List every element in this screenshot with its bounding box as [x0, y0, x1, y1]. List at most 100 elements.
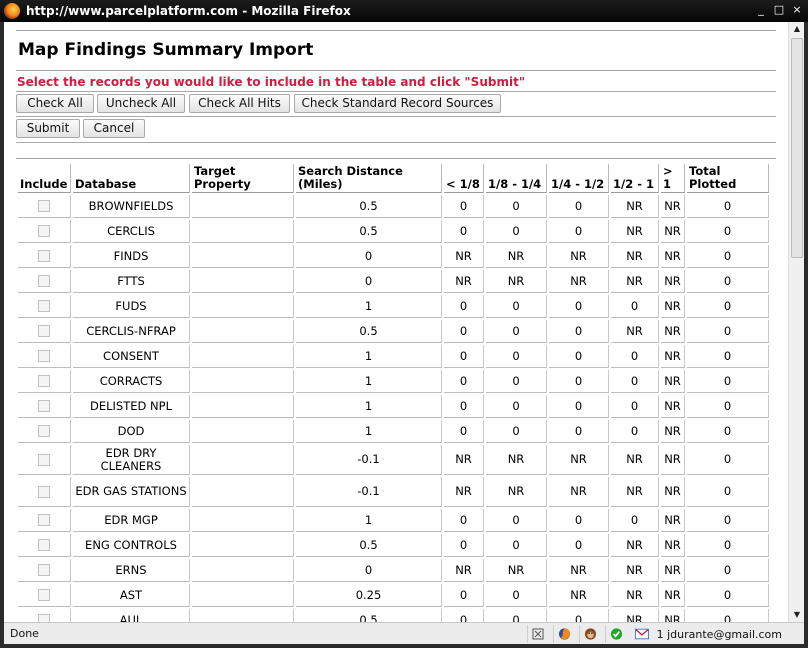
target-property-cell	[192, 370, 294, 393]
include-checkbox[interactable]	[38, 485, 50, 498]
lt-1-8-cell: 0	[444, 370, 484, 393]
gt-1-cell: NR	[661, 345, 685, 368]
total-plotted-cell: 0	[687, 534, 769, 557]
include-checkbox[interactable]	[38, 514, 50, 526]
resize-icon[interactable]	[526, 625, 545, 643]
1-2-1-cell: 0	[611, 395, 659, 418]
submit-button[interactable]: Submit	[16, 119, 80, 138]
1-2-1-cell: NR	[611, 320, 659, 343]
gt-1-cell: NR	[661, 584, 685, 607]
1-4-1-2-cell: 0	[549, 509, 609, 532]
gmail-icon[interactable]	[631, 625, 649, 643]
total-plotted-cell: 0	[687, 245, 769, 268]
table-row: DOD 1 0 0 0 0 NR 0	[18, 420, 769, 443]
arrow-down-icon[interactable]: ▼	[789, 608, 805, 622]
target-property-cell	[192, 195, 294, 218]
page-title: Map Findings Summary Import	[18, 40, 314, 60]
1-8-1-4-cell: 0	[486, 509, 547, 532]
include-checkbox[interactable]	[38, 350, 50, 362]
gt-1-cell: NR	[661, 534, 685, 557]
search-distance-cell: 0.5	[296, 320, 442, 343]
table-row: FTTS 0 NR NR NR NR NR 0	[18, 270, 769, 293]
include-checkbox[interactable]	[38, 614, 50, 622]
gmail-notifier[interactable]: 1 jdurante@gmail.com	[657, 628, 782, 641]
maximize-button[interactable]: □	[772, 3, 786, 17]
include-checkbox[interactable]	[38, 564, 50, 576]
total-plotted-cell: 0	[687, 509, 769, 532]
gt-1-cell: NR	[661, 245, 685, 268]
1-8-1-4-cell: NR	[486, 445, 547, 475]
gmail-count: 1	[656, 627, 664, 641]
database-cell: DELISTED NPL	[73, 395, 190, 418]
findings-table: Include Database Target Property Search …	[16, 162, 771, 622]
search-distance-cell: 1	[296, 395, 442, 418]
lt-1-8-cell: 0	[444, 509, 484, 532]
database-cell: CERCLIS-NFRAP	[73, 320, 190, 343]
include-checkbox[interactable]	[38, 200, 50, 212]
include-checkbox[interactable]	[38, 225, 50, 237]
1-2-1-cell: NR	[611, 195, 659, 218]
target-property-cell	[192, 584, 294, 607]
1-4-1-2-cell: NR	[549, 245, 609, 268]
include-checkbox[interactable]	[38, 375, 50, 387]
arrow-up-icon[interactable]: ▲	[789, 22, 805, 36]
include-checkbox[interactable]	[38, 325, 50, 337]
firefox-icon[interactable]	[552, 625, 571, 643]
target-property-cell	[192, 509, 294, 532]
1-2-1-cell: NR	[611, 245, 659, 268]
include-checkbox[interactable]	[38, 275, 50, 287]
lt-1-8-cell: NR	[444, 245, 484, 268]
include-checkbox[interactable]	[38, 453, 50, 466]
table-row: AUL 0.5 0 0 0 NR NR 0	[18, 609, 769, 622]
scrollbar-thumb[interactable]	[791, 38, 803, 258]
database-cell: ENG CONTROLS	[73, 534, 190, 557]
check-all-button[interactable]: Check All	[16, 94, 94, 113]
1-8-1-4-cell: 0	[486, 395, 547, 418]
table-row: CERCLIS-NFRAP 0.5 0 0 0 NR NR 0	[18, 320, 769, 343]
include-checkbox[interactable]	[38, 425, 50, 437]
database-cell: FINDS	[73, 245, 190, 268]
minimize-button[interactable]: _	[754, 3, 768, 17]
monkey-icon[interactable]	[578, 625, 597, 643]
include-checkbox[interactable]	[38, 250, 50, 262]
database-cell: BROWNFIELDS	[73, 195, 190, 218]
database-cell: AST	[73, 584, 190, 607]
gt-1-cell: NR	[661, 477, 685, 507]
close-button[interactable]: ×	[790, 3, 804, 17]
total-plotted-cell: 0	[687, 477, 769, 507]
table-body: BROWNFIELDS 0.5 0 0 0 NR NR 0 CERCLIS 0.5 0 0 0 NR NR 0…	[18, 195, 769, 622]
include-cell	[18, 395, 71, 418]
gt-1-cell: NR	[661, 295, 685, 318]
table-row: ERNS 0 NR NR NR NR NR 0	[18, 559, 769, 582]
1-4-1-2-cell: 0	[549, 395, 609, 418]
include-checkbox[interactable]	[38, 300, 50, 312]
include-cell	[18, 270, 71, 293]
col-database: Database	[73, 164, 190, 193]
check-icon[interactable]	[604, 625, 623, 643]
search-distance-cell: 1	[296, 420, 442, 443]
table-row: DELISTED NPL 1 0 0 0 0 NR 0	[18, 395, 769, 418]
include-checkbox[interactable]	[38, 589, 50, 601]
check-all-hits-button[interactable]: Check All Hits	[189, 94, 290, 113]
cancel-button[interactable]: Cancel	[83, 119, 145, 138]
lt-1-8-cell: 0	[444, 320, 484, 343]
browser-viewport: Map Findings Summary Import Select the r…	[4, 22, 804, 622]
status-bar: Done 1 jdurante@gmail.com	[4, 622, 804, 644]
1-4-1-2-cell: NR	[549, 477, 609, 507]
1-4-1-2-cell: NR	[549, 270, 609, 293]
search-distance-cell: -0.1	[296, 477, 442, 507]
gt-1-cell: NR	[661, 270, 685, 293]
uncheck-all-button[interactable]: Uncheck All	[97, 94, 185, 113]
search-distance-cell: 0	[296, 245, 442, 268]
search-distance-cell: 0	[296, 270, 442, 293]
include-checkbox[interactable]	[38, 539, 50, 551]
include-checkbox[interactable]	[38, 400, 50, 412]
1-4-1-2-cell: 0	[549, 295, 609, 318]
check-standard-sources-button[interactable]: Check Standard Record Sources	[294, 94, 501, 113]
gt-1-cell: NR	[661, 559, 685, 582]
lt-1-8-cell: NR	[444, 477, 484, 507]
col-include: Include	[18, 164, 71, 193]
vertical-scrollbar[interactable]: ▲ ▼	[788, 22, 804, 622]
1-4-1-2-cell: NR	[549, 559, 609, 582]
database-cell: EDR GAS STATIONS	[73, 477, 190, 507]
